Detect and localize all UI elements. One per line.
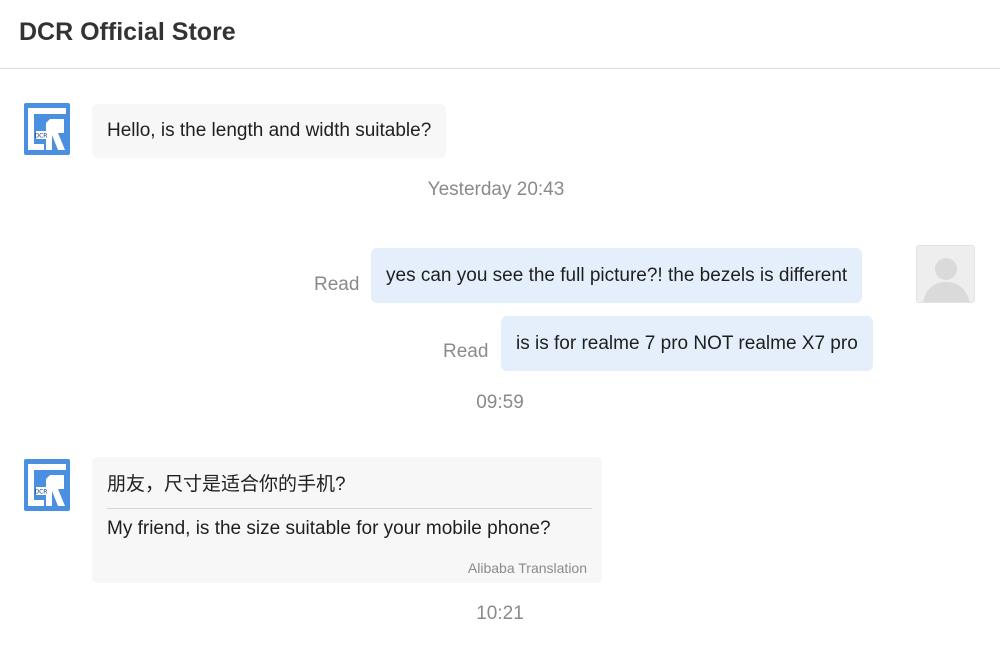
- outgoing-message: yes can you see the full picture?! the b…: [371, 248, 863, 303]
- timestamp: Yesterday 20:43: [427, 179, 565, 200]
- translated-text: My friend, is the size suitable for your…: [107, 518, 551, 539]
- message-text: is is for realme 7 pro NOT realme X7 pro: [516, 332, 858, 354]
- svg-text:DCR: DCR: [35, 133, 48, 140]
- store-avatar[interactable]: DCR: [24, 103, 70, 155]
- translation-source: Alibaba Translation: [467, 560, 587, 576]
- store-avatar[interactable]: DCR: [24, 459, 70, 511]
- incoming-translated-message: 朋友，尺寸是适合你的手机? My friend, is the size sui…: [92, 457, 602, 583]
- message-text: Hello, is the length and width suitable?: [107, 120, 432, 141]
- outgoing-message: is is for realme 7 pro NOT realme X7 pro: [501, 316, 873, 371]
- store-name: DCR Official Store: [19, 18, 236, 46]
- timestamp: 09:59: [476, 392, 524, 413]
- store-logo-icon: DCR: [28, 464, 66, 506]
- message-text: yes can you see the full picture?! the b…: [386, 264, 848, 286]
- chat-header: DCR Official Store: [0, 0, 1000, 69]
- timestamp: 10:21: [476, 603, 524, 624]
- read-status: Read: [314, 274, 360, 295]
- original-text: 朋友，尺寸是适合你的手机?: [107, 474, 346, 495]
- user-avatar[interactable]: [916, 245, 975, 303]
- incoming-message: Hello, is the length and width suitable?: [92, 104, 447, 158]
- svg-text:DCR: DCR: [35, 489, 48, 496]
- store-logo-icon: DCR: [28, 108, 66, 150]
- translation-divider: [107, 508, 592, 509]
- read-status: Read: [443, 341, 489, 362]
- user-placeholder-icon: [923, 258, 970, 302]
